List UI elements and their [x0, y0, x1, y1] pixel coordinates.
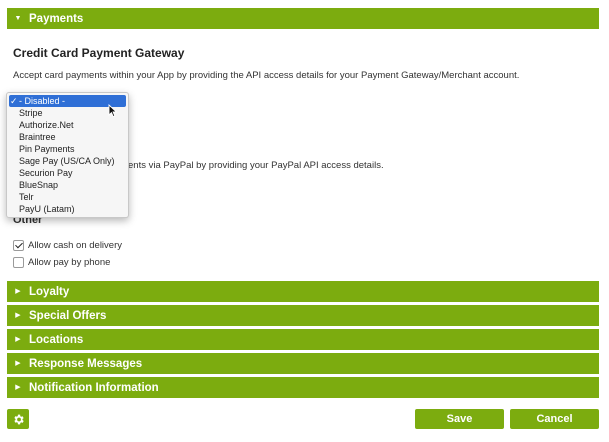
caret-down-icon: ▼	[14, 15, 22, 22]
checkmark-icon: ✓	[10, 96, 18, 106]
section-title-loyalty: Loyalty	[29, 285, 70, 298]
section-header-response-messages[interactable]: ▶ Response Messages	[7, 353, 599, 374]
section-header-locations[interactable]: ▶ Locations	[7, 329, 599, 350]
section-title-locations: Locations	[29, 333, 84, 346]
paypal-description: ents via PayPal by providing your PayPal…	[128, 160, 384, 171]
pay-by-phone-checkbox[interactable]	[13, 257, 24, 268]
section-title-payments: Payments	[29, 12, 84, 25]
dropdown-option-label: - Disabled -	[19, 96, 66, 106]
dropdown-option[interactable]: Authorize.Net	[7, 119, 128, 131]
dropdown-option[interactable]: BlueSnap	[7, 179, 128, 191]
cash-on-delivery-label: Allow cash on delivery	[28, 240, 122, 251]
section-header-loyalty[interactable]: ▶ Loyalty	[7, 281, 599, 302]
credit-card-description: Accept card payments within your App by …	[13, 70, 520, 81]
section-header-payments[interactable]: ▼ Payments	[7, 8, 599, 29]
section-title-notification-information: Notification Information	[29, 381, 159, 394]
section-title-response-messages: Response Messages	[29, 357, 143, 370]
dropdown-option[interactable]: PayU (Latam)	[7, 203, 128, 215]
pay-by-phone-label: Allow pay by phone	[28, 257, 111, 268]
dropdown-option[interactable]: Telr	[7, 191, 128, 203]
settings-button[interactable]	[7, 409, 29, 429]
caret-right-icon: ▶	[15, 336, 21, 343]
gear-icon	[13, 414, 24, 424]
dropdown-option[interactable]: Sage Pay (US/CA Only)	[7, 155, 128, 167]
section-title-special-offers: Special Offers	[29, 309, 107, 322]
dropdown-option[interactable]: Pin Payments	[7, 143, 128, 155]
cash-on-delivery-checkbox[interactable]	[13, 240, 24, 251]
cash-on-delivery-row[interactable]: Allow cash on delivery	[13, 240, 122, 251]
section-header-notification-information[interactable]: ▶ Notification Information	[7, 377, 599, 398]
cancel-button[interactable]: Cancel	[510, 409, 599, 429]
caret-right-icon: ▶	[15, 312, 21, 319]
pay-by-phone-row[interactable]: Allow pay by phone	[13, 257, 110, 268]
caret-right-icon: ▶	[15, 360, 21, 367]
section-header-special-offers[interactable]: ▶ Special Offers	[7, 305, 599, 326]
dropdown-option[interactable]: Securion Pay	[7, 167, 128, 179]
caret-right-icon: ▶	[15, 288, 21, 295]
caret-right-icon: ▶	[15, 384, 21, 391]
save-button[interactable]: Save	[415, 409, 504, 429]
credit-card-title: Credit Card Payment Gateway	[13, 46, 185, 60]
dropdown-option[interactable]: Braintree	[7, 131, 128, 143]
mouse-cursor-icon	[108, 104, 118, 118]
